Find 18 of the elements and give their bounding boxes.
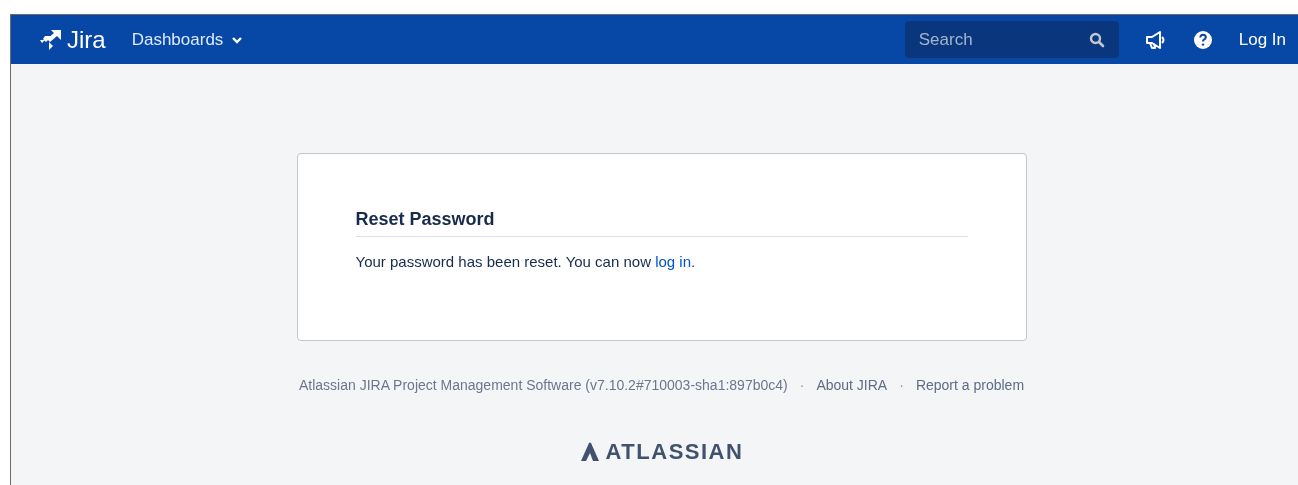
- separator-dot: ·: [899, 377, 904, 393]
- footer-link[interactable]: Report a problem: [915, 377, 1025, 393]
- separator-dot: ·: [799, 377, 805, 393]
- help-icon[interactable]: [1192, 29, 1213, 50]
- jira-logo-icon: [37, 27, 63, 52]
- jira-logo[interactable]: Jira: [37, 25, 106, 54]
- atlassian-logo-icon: [579, 442, 600, 462]
- search-icon[interactable]: [1088, 32, 1105, 48]
- atlassian-logo[interactable]: ATLASSIAN: [579, 439, 744, 465]
- footer-link[interactable]: About JIRA: [816, 377, 888, 393]
- version-text: Atlassian JIRA Project Management Software (v7.10.2#710003-sha1:897b0c4): [298, 377, 788, 393]
- reset-message: Your password has been reset. You can now log in.: [355, 253, 697, 270]
- search-field[interactable]: Search: [904, 21, 1119, 58]
- login-link[interactable]: Log In: [1238, 29, 1286, 50]
- card-title: Reset Password: [355, 209, 968, 237]
- login-link[interactable]: log in: [655, 253, 691, 270]
- dashboards-menu[interactable]: Dashboards: [131, 29, 244, 50]
- megaphone-icon[interactable]: [1144, 29, 1167, 50]
